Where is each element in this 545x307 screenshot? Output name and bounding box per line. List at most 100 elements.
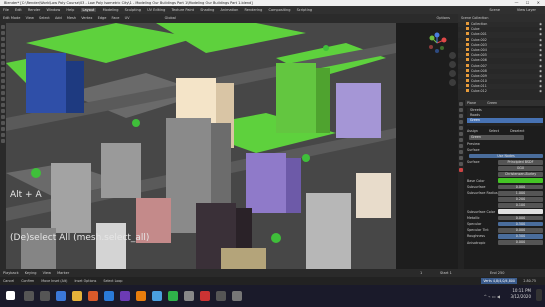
constraints-tab-icon[interactable] [459, 156, 463, 160]
app-icon[interactable] [120, 291, 130, 301]
workspace-tab-sculpting[interactable]: Sculpting [125, 8, 141, 12]
taskbar-clock[interactable]: 10:11 PM 3/12/2020 [510, 288, 531, 300]
current-frame-field[interactable]: 1 [420, 269, 422, 277]
extrude-tool-icon[interactable] [1, 73, 5, 77]
camera-icon[interactable] [449, 70, 456, 77]
settings-gear-icon[interactable] [184, 291, 194, 301]
assign-button[interactable]: Assign [467, 129, 478, 133]
timeline-menu-keying[interactable]: Keying [25, 271, 37, 275]
poly-build-tool-icon[interactable] [1, 103, 5, 107]
view-layer-selector[interactable]: View Layer [517, 6, 536, 14]
render-tab-icon[interactable] [459, 108, 463, 112]
tool-tab-icon[interactable] [459, 102, 463, 106]
options-menu[interactable]: Options [436, 14, 450, 23]
mode-selector[interactable]: Edit Mode [3, 16, 20, 20]
material-slot-selected[interactable]: Green [467, 118, 543, 124]
rip-tool-icon[interactable] [1, 139, 5, 143]
deselect-button[interactable]: Deselect [510, 129, 524, 133]
shear-tool-icon[interactable] [1, 133, 5, 137]
scene-tab-icon[interactable] [459, 126, 463, 130]
edge-slide-tool-icon[interactable] [1, 121, 5, 125]
record-icon[interactable] [200, 291, 210, 301]
workspace-tab-rendering[interactable]: Rendering [245, 8, 263, 12]
rotate-tool-icon[interactable] [1, 43, 5, 47]
viewport-menu-face[interactable]: Face [112, 16, 120, 20]
menu-edit[interactable]: Edit [15, 8, 22, 12]
subsurface-color-swatch[interactable] [498, 209, 543, 215]
inset-tool-icon[interactable] [1, 79, 5, 83]
office-icon[interactable] [88, 291, 98, 301]
modifier-tab-icon[interactable] [459, 144, 463, 148]
visibility-eye-icon[interactable]: ◉ [539, 89, 542, 94]
timeline-menu-playback[interactable]: Playback [3, 271, 19, 275]
task-view-icon[interactable] [40, 291, 50, 301]
workspace-tab-uv-editing[interactable]: UV Editing [147, 8, 165, 12]
windows-start-icon[interactable] [6, 291, 15, 300]
z-axis-icon[interactable] [434, 32, 440, 38]
workspace-tab-compositing[interactable]: Compositing [269, 8, 291, 12]
material-name-field[interactable]: Green [469, 135, 524, 140]
spotify-icon[interactable] [168, 291, 178, 301]
world-tab-icon[interactable] [459, 132, 463, 136]
subsurface-field[interactable]: 0.000 [498, 184, 543, 190]
use-nodes-button[interactable]: Use Nodes [469, 153, 543, 159]
terminal-icon[interactable] [216, 291, 226, 301]
smooth-tool-icon[interactable] [1, 115, 5, 119]
system-tray[interactable]: ^ ⌁ ▭ ◀ [484, 294, 500, 299]
spin-tool-icon[interactable] [1, 109, 5, 113]
bevel-tool-icon[interactable] [1, 85, 5, 89]
menu-render[interactable]: Render [28, 8, 40, 12]
workspace-tab-texture-paint[interactable]: Texture Paint [171, 8, 194, 12]
search-icon[interactable] [24, 291, 34, 301]
perspective-grid-icon[interactable] [449, 79, 456, 86]
outliner-item[interactable]: Cube.012 ◉ [458, 89, 545, 94]
transform-tool-icon[interactable] [1, 55, 5, 59]
viewport-menu-add[interactable]: Add [55, 16, 62, 20]
end-frame-field[interactable]: End 250 [490, 269, 504, 277]
subsurface-radius-x-field[interactable]: 1.000 [498, 190, 543, 196]
viewport-menu-mesh[interactable]: Mesh [67, 16, 76, 20]
file-explorer-icon[interactable] [72, 291, 82, 301]
subsurface-radius-z-field[interactable]: 0.100 [498, 203, 543, 208]
transform-orientation[interactable]: Global [165, 16, 176, 20]
timeline-menu-view[interactable]: View [43, 271, 51, 275]
select-button[interactable]: Select [489, 129, 499, 133]
metallic-field[interactable]: 0.000 [498, 215, 543, 221]
workspace-tab-shading[interactable]: Shading [200, 8, 214, 12]
base-color-swatch[interactable] [498, 178, 543, 184]
object-tab-icon[interactable] [459, 138, 463, 142]
menu-window[interactable]: Window [46, 8, 60, 12]
material-tab-icon[interactable] [459, 168, 463, 172]
physics-tab-icon[interactable] [459, 150, 463, 154]
workspace-tab-animation[interactable]: Animation [221, 8, 239, 12]
scene-selector[interactable]: Scene [489, 6, 500, 14]
timeline-menu-marker[interactable]: Marker [57, 271, 69, 275]
subsurface-radius-y-field[interactable]: 0.200 [498, 196, 543, 202]
navigation-gizmo[interactable] [426, 32, 448, 54]
pan-hand-icon[interactable] [449, 61, 456, 68]
menu-help[interactable]: Help [66, 8, 74, 12]
menu-file[interactable]: File [3, 8, 9, 12]
measure-tool-icon[interactable] [1, 67, 5, 71]
mail-icon[interactable] [104, 291, 114, 301]
distribution-dropdown[interactable]: GGX [498, 166, 543, 171]
scale-tool-icon[interactable] [1, 49, 5, 53]
specular-field[interactable]: 0.500 [498, 221, 543, 227]
loop-cut-tool-icon[interactable] [1, 91, 5, 95]
move-tool-icon[interactable] [1, 37, 5, 41]
cursor-tool-icon[interactable] [1, 31, 5, 35]
notifications-icon[interactable] [536, 289, 542, 301]
select-box-tool-icon[interactable] [1, 25, 5, 29]
anisotropic-field[interactable]: 0.000 [498, 240, 543, 246]
data-tab-icon[interactable] [459, 162, 463, 166]
workspace-tab-layout[interactable]: Layout [80, 8, 97, 12]
folder-icon[interactable] [232, 291, 242, 301]
specular-tint-field[interactable]: 0.000 [498, 227, 543, 233]
surface-shader-field[interactable]: Principled BSDF [498, 159, 543, 165]
photos-icon[interactable] [152, 291, 162, 301]
viewport-menu-uv[interactable]: UV [125, 16, 130, 20]
workspace-tab-modeling[interactable]: Modeling [103, 8, 119, 12]
output-tab-icon[interactable] [459, 114, 463, 118]
viewport-menu-edge[interactable]: Edge [98, 16, 107, 20]
viewport-menu-view[interactable]: View [26, 16, 34, 20]
